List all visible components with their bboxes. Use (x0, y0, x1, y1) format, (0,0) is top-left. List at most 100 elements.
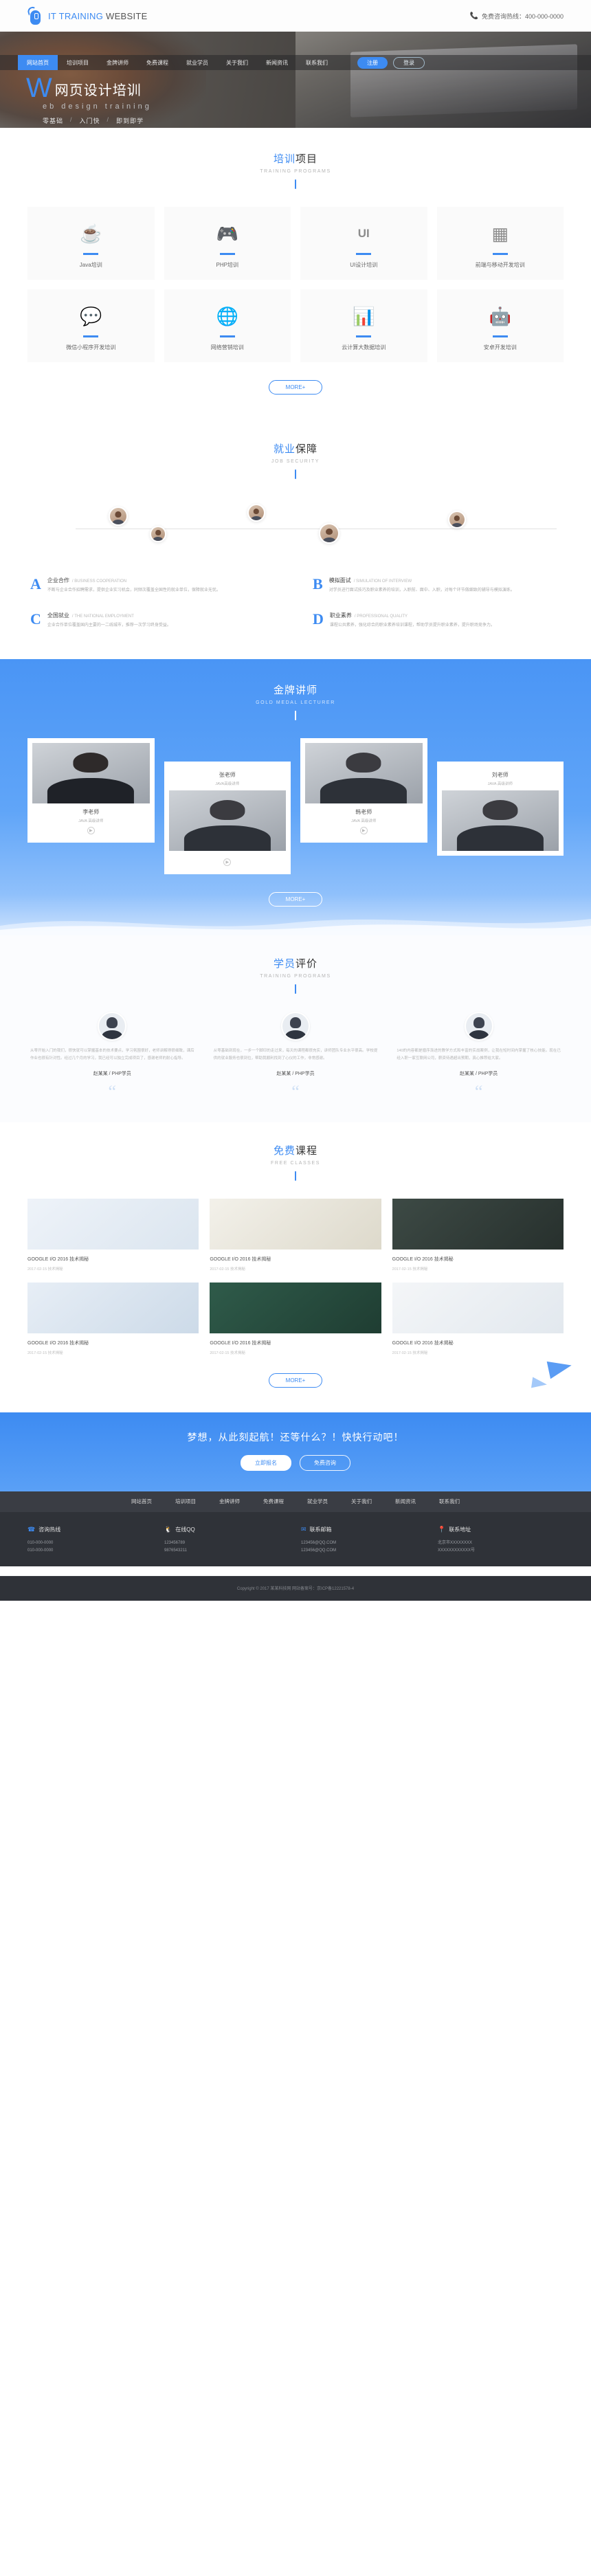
footer-column-title: 🐧 在线QQ (164, 1526, 290, 1533)
cta-signup-button[interactable]: 立即报名 (241, 1454, 291, 1471)
reviews-divider (295, 984, 296, 995)
avatar (448, 511, 466, 529)
phone-icon: 📞 (469, 12, 478, 20)
play-icon[interactable]: ▶ (223, 858, 232, 867)
hero-tag-2: 入门快 (79, 118, 100, 124)
course-label: 前端与移动开发培训 (475, 262, 525, 268)
wave-decoration (0, 919, 591, 936)
class-date: 2017-02-15 技术揭秘 (27, 1267, 63, 1272)
class-title: GOOGLE I/O 2016 技术揭秘 (27, 1340, 89, 1346)
course-card[interactable]: ▦ 前端与移动开发培训 (436, 207, 564, 280)
frontend-icon: ▦ (491, 223, 509, 244)
lecturer-card[interactable]: 刘老师 JAVA 高级讲师 (436, 762, 564, 856)
footer-nav-contact[interactable]: 联系我们 (439, 1498, 460, 1505)
site-logo[interactable]: IT TRAINING WEBSITE (26, 5, 148, 25)
job-title-label: 企业合作 / BUSINESS COOPERATION (47, 577, 278, 584)
login-button[interactable]: 登录 (393, 56, 425, 69)
footer-nav-about[interactable]: 关于我们 (351, 1498, 372, 1505)
lecturers-subtitle: GOLD MEDAL LECTURER (256, 700, 335, 706)
course-card[interactable]: 🌐 网络营销培训 (164, 289, 291, 362)
class-card[interactable]: GOOGLE I/O 2016 技术揭秘 2017-02-15 技术揭秘 (392, 1282, 564, 1355)
job-row: B 模拟面试 / SIMULATION OF INTERVIEW 对学员进行面试技… (313, 570, 561, 601)
cta-consult-button[interactable]: 免费咨询 (300, 1454, 350, 1471)
classes-subtitle: FREE CLASSES (270, 1160, 321, 1166)
brand-name-primary: IT TRAINING (48, 10, 104, 21)
hero-tags: 零基础 / 入门快 / 即到即学 (43, 116, 152, 125)
nav-item-contact[interactable]: 联系我们 (297, 55, 337, 70)
lecturer-card[interactable]: 韩老师 JAVA 高级讲师 ▶ (300, 738, 427, 843)
course-label: Java培训 (79, 262, 102, 268)
course-card[interactable]: UI UI设计培训 (300, 207, 427, 280)
course-label: 微信小程序开发培训 (66, 344, 116, 351)
job-title-hl: 就业 (273, 443, 296, 455)
class-title: GOOGLE I/O 2016 技术揭秘 (210, 1340, 271, 1346)
class-card[interactable]: GOOGLE I/O 2016 技术揭秘 2017-02-15 技术揭秘 (27, 1282, 199, 1355)
footer-nav-programs[interactable]: 培训项目 (175, 1498, 196, 1505)
footer-column-title: ✉ 联系邮箱 (301, 1526, 427, 1533)
review-text: 140的内容都是循序渐进的教学方式和丰富的实战案例，让我在短时间内掌握了核心技能… (397, 1049, 561, 1061)
review-author: 赵某某 / PHP学员 (460, 1072, 498, 1077)
course-card[interactable]: ☕ Java培训 (27, 207, 155, 280)
footer-navigation: 网站首页 培训项目 金牌讲师 免费课程 就业学员 关于我们 新闻资讯 联系我们 (0, 1491, 591, 1512)
class-card[interactable]: GOOGLE I/O 2016 技术揭秘 2017-02-15 技术揭秘 (210, 1198, 381, 1272)
lecturers-more-button[interactable]: MORE+ (268, 892, 323, 907)
class-card[interactable]: GOOGLE I/O 2016 技术揭秘 2017-02-15 技术揭秘 (27, 1198, 199, 1272)
nav-item-lecturers[interactable]: 金牌讲师 (98, 55, 137, 70)
footer-nav-free-classes[interactable]: 免费课程 (263, 1498, 284, 1505)
class-title: GOOGLE I/O 2016 技术揭秘 (27, 1256, 89, 1262)
nav-item-home[interactable]: 网站首页 (18, 55, 58, 70)
register-button[interactable]: 注册 (357, 56, 388, 69)
footer-nav-lecturers[interactable]: 金牌讲师 (219, 1498, 240, 1505)
brand-name-secondary: WEBSITE (103, 10, 148, 21)
lecturer-name: 韩老师 (355, 809, 372, 816)
mouse-logo-icon (26, 5, 43, 25)
hero-title: 网页设计培训 (54, 83, 142, 98)
hero-copy: W 网页设计培训 eb design training 零基础 / 入门快 / … (26, 74, 152, 128)
class-card[interactable]: GOOGLE I/O 2016 技术揭秘 2017-02-15 技术揭秘 (392, 1198, 564, 1272)
nav-item-programs[interactable]: 培训项目 (58, 55, 98, 70)
footer-nav-news[interactable]: 新闻资讯 (395, 1498, 416, 1505)
nav-item-free-classes[interactable]: 免费课程 (137, 55, 177, 70)
job-grid: A 企业合作 / BUSINESS COOPERATION 不断与企业合作招聘需求… (0, 570, 591, 636)
lecturer-card[interactable]: 李老师 JAVA 高级讲师 ▶ (27, 738, 155, 843)
lecturer-photo (168, 790, 286, 852)
review-text: 从零开始入门的我们，很快就可以掌握基本的技术要点，学习氛围很好，老师讲解得很细致… (30, 1049, 194, 1061)
main-navigation: 网站首页 培训项目 金牌讲师 免费课程 就业学员 关于我们 新闻资讯 联系我们 … (0, 55, 591, 70)
lecturer-card[interactable]: 张老师 JAVA高级讲师 ▶ (164, 762, 291, 875)
job-row: D 职业素养 / PROFESSIONAL QUALITY 课程公共素养，强化综合… (313, 605, 561, 636)
lecturers-header: 金牌讲师 GOLD MEDAL LECTURER (0, 682, 591, 721)
nav-item-about[interactable]: 关于我们 (217, 55, 257, 70)
class-thumbnail (210, 1282, 381, 1333)
course-card[interactable]: 🎮 PHP培训 (164, 207, 291, 280)
class-card[interactable]: GOOGLE I/O 2016 技术揭秘 2017-02-15 技术揭秘 (210, 1282, 381, 1355)
review-card: 从零开始入门的我们，很快就可以掌握基本的技术要点，学习氛围很好，老师讲解得很细致… (27, 1012, 197, 1100)
job-title-en: / PROFESSIONAL QUALITY (354, 614, 408, 619)
review-author: 赵某某 / PHP学员 (276, 1072, 315, 1077)
nav-item-news[interactable]: 新闻资讯 (257, 55, 297, 70)
programs-more-button[interactable]: MORE+ (268, 380, 323, 395)
review-text: 从零基础到现在，一步一个脚印的走过来，每天的课程都很充实，讲师团队专业水平很高。… (213, 1049, 378, 1061)
programs-title: 培训项目 (0, 151, 591, 166)
classes-divider (295, 1170, 296, 1181)
play-icon[interactable]: ▶ (87, 827, 95, 835)
nav-item-students[interactable]: 就业学员 (177, 55, 217, 70)
classes-more-button[interactable]: MORE+ (268, 1373, 323, 1388)
course-card[interactable]: 🤖 安卓开发培训 (436, 289, 564, 362)
class-title: GOOGLE I/O 2016 技术揭秘 (210, 1256, 271, 1262)
reviews-section: 学员评价 TRAINING PROGRAMS 从零开始入门的我们，很快就可以掌握… (0, 935, 591, 1122)
play-icon[interactable]: ▶ (359, 827, 368, 835)
java-icon: ☕ (80, 223, 102, 244)
footer-nav-home[interactable]: 网站首页 (131, 1498, 152, 1505)
paper-plane-icon (531, 1377, 548, 1390)
ui-icon: UI (357, 227, 370, 240)
job-security-section: 就业保障 JOB SECURITY A 企业合作 / BUSINESS COOPE… (0, 418, 591, 660)
lecturer-photo (32, 743, 150, 804)
review-card: 140的内容都是循序渐进的教学方式和丰富的实战案例，让我在短时间内掌握了核心技能… (394, 1012, 564, 1100)
class-thumbnail (392, 1282, 564, 1333)
course-card[interactable]: 💬 微信小程序开发培训 (27, 289, 155, 362)
php-icon: 🎮 (216, 223, 238, 244)
footer-nav-students[interactable]: 就业学员 (307, 1498, 328, 1505)
class-date: 2017-02-15 技术揭秘 (392, 1267, 428, 1272)
course-card[interactable]: 📊 云计算大数据培训 (300, 289, 427, 362)
class-thumbnail (27, 1198, 199, 1250)
